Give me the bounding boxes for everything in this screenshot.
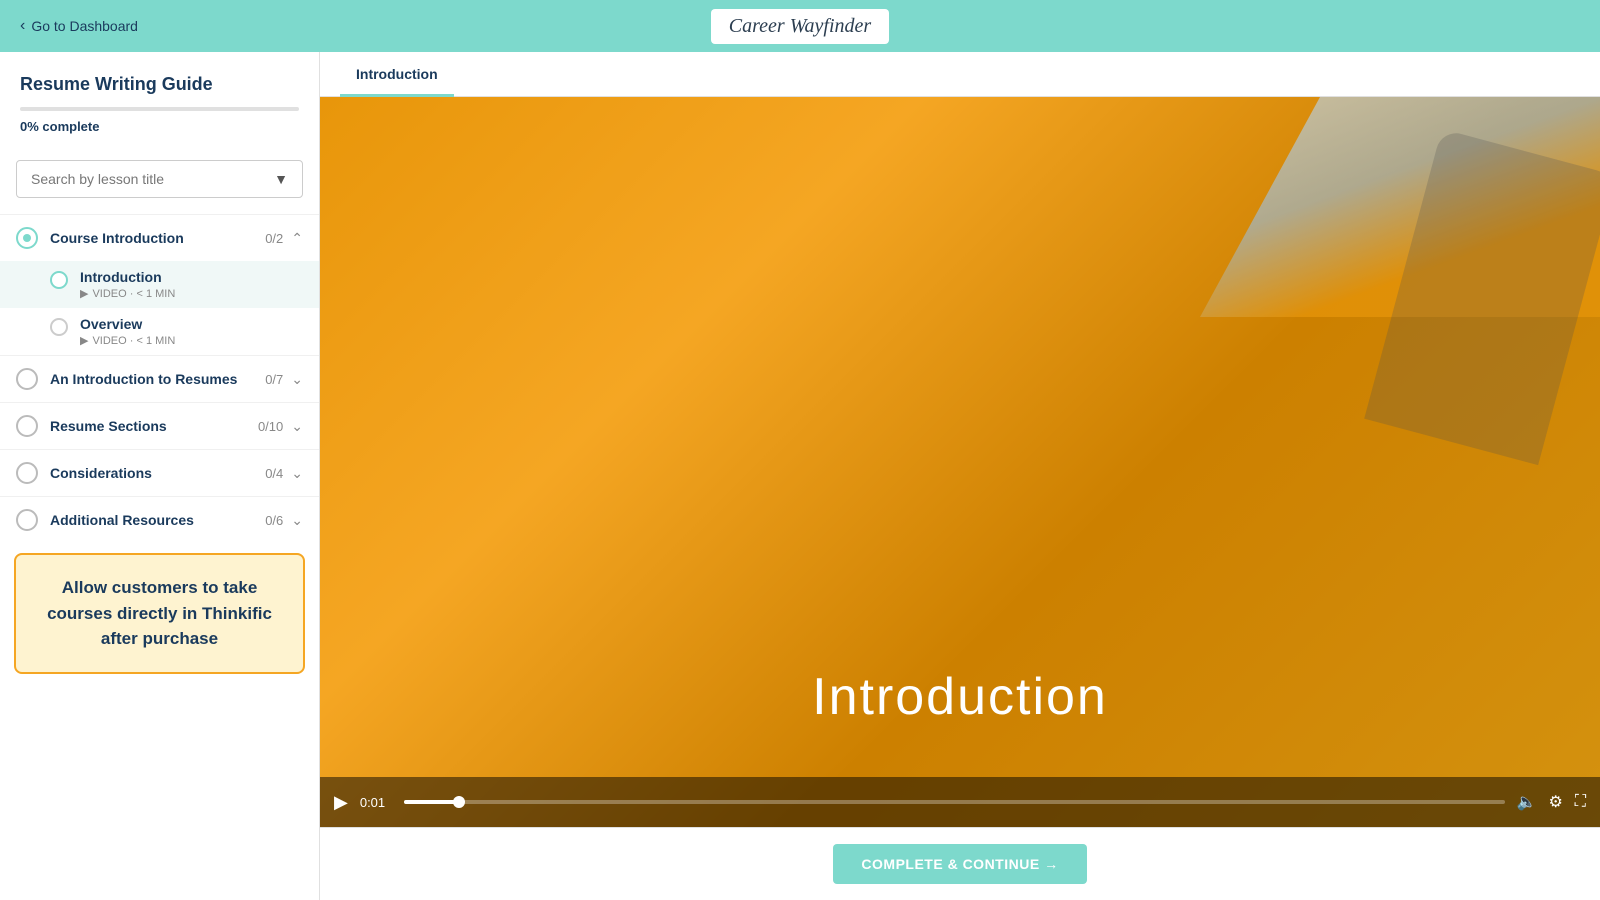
- lesson-item-overview[interactable]: Overview ▶ VIDEO · < 1 MIN: [0, 308, 319, 355]
- section-resume-sections[interactable]: Resume Sections 0/10 ⌄: [0, 402, 319, 449]
- sidebar-header: Resume Writing Guide 0% complete: [0, 52, 319, 150]
- search-placeholder: Search by lesson title: [31, 171, 164, 187]
- main-layout: Resume Writing Guide 0% complete Search …: [0, 52, 1600, 900]
- complete-bar: COMPLETE & CONTINUE →: [320, 827, 1600, 900]
- section-name-considerations: Considerations: [50, 465, 265, 481]
- brand-logo: Career Wayfinder: [711, 9, 889, 44]
- section-count-intro-resumes: 0/7: [265, 372, 283, 387]
- sidebar: Resume Writing Guide 0% complete Search …: [0, 52, 320, 900]
- lesson-item-introduction[interactable]: Introduction ▶ VIDEO · < 1 MIN: [0, 261, 319, 308]
- section-circle-additional-resources: [16, 509, 38, 531]
- video-player: Introduction ▶ 0:01 🔈 ⚙ ⛶: [320, 97, 1600, 827]
- video-background: Introduction: [320, 97, 1600, 827]
- time-display: 0:01: [360, 795, 392, 810]
- section-considerations[interactable]: Considerations 0/4 ⌄: [0, 449, 319, 496]
- chevron-down-icon: ▼: [274, 171, 288, 187]
- section-course-introduction[interactable]: Course Introduction 0/2 ⌃: [0, 214, 319, 261]
- video-progress-played: [404, 800, 459, 804]
- lesson-title-introduction: Introduction: [80, 269, 175, 285]
- lesson-info-introduction: Introduction ▶ VIDEO · < 1 MIN: [80, 269, 175, 300]
- course-title: Resume Writing Guide: [20, 74, 299, 95]
- progress-percent: 0% complete: [20, 119, 99, 134]
- video-icon-overview: ▶: [80, 334, 88, 347]
- content-tabs: Introduction: [320, 52, 1600, 97]
- section-circle-intro-resumes: [16, 368, 38, 390]
- settings-icon[interactable]: ⚙: [1548, 792, 1562, 812]
- lesson-info-overview: Overview ▶ VIDEO · < 1 MIN: [80, 316, 175, 347]
- section-count-resume-sections: 0/10: [258, 419, 283, 434]
- lesson-meta-introduction: ▶ VIDEO · < 1 MIN: [80, 287, 175, 300]
- section-count-course-intro: 0/2: [265, 231, 283, 246]
- play-button[interactable]: ▶: [334, 792, 348, 813]
- callout-text: Allow customers to take courses directly…: [47, 578, 272, 648]
- complete-continue-button[interactable]: COMPLETE & CONTINUE →: [833, 844, 1086, 884]
- lesson-circle-overview: [50, 318, 68, 336]
- section-count-considerations: 0/4: [265, 466, 283, 481]
- callout-box: Allow customers to take courses directly…: [14, 553, 305, 674]
- lesson-meta-overview: ▶ VIDEO · < 1 MIN: [80, 334, 175, 347]
- chevron-down-icon-resumes: ⌄: [291, 371, 303, 388]
- tab-introduction[interactable]: Introduction: [340, 52, 454, 97]
- section-name-intro-resumes: An Introduction to Resumes: [50, 371, 265, 387]
- chevron-down-icon-resume-sections: ⌄: [291, 418, 303, 435]
- section-intro-resumes[interactable]: An Introduction to Resumes 0/7 ⌄: [0, 355, 319, 402]
- back-to-dashboard-link[interactable]: ‹ Go to Dashboard: [20, 17, 138, 35]
- section-count-additional-resources: 0/6: [265, 513, 283, 528]
- chevron-down-icon-additional-resources: ⌄: [291, 512, 303, 529]
- chevron-down-icon-considerations: ⌄: [291, 465, 303, 482]
- chevron-left-icon: ‹: [20, 17, 25, 35]
- section-additional-resources[interactable]: Additional Resources 0/6 ⌄: [0, 496, 319, 543]
- section-circle-considerations: [16, 462, 38, 484]
- lesson-circle-introduction: [50, 271, 68, 289]
- search-dropdown[interactable]: Search by lesson title ▼: [16, 160, 303, 198]
- section-circle-resume-sections: [16, 415, 38, 437]
- progress-text: 0% complete: [20, 119, 299, 134]
- top-nav: ‹ Go to Dashboard Career Wayfinder: [0, 0, 1600, 52]
- back-label: Go to Dashboard: [31, 18, 138, 34]
- content-area: Introduction Introduction ▶ 0:01 🔈 ⚙: [320, 52, 1600, 900]
- video-progress-track[interactable]: [404, 800, 1505, 804]
- video-progress-dot: [453, 796, 465, 808]
- section-name-resume-sections: Resume Sections: [50, 418, 258, 434]
- progress-bar-container: [20, 107, 299, 111]
- video-controls: ▶ 0:01 🔈 ⚙ ⛶: [320, 777, 1600, 827]
- section-circle-course-intro: [16, 227, 38, 249]
- section-name-additional-resources: Additional Resources: [50, 512, 265, 528]
- section-name-course-intro: Course Introduction: [50, 230, 265, 246]
- chevron-up-icon: ⌃: [291, 230, 303, 247]
- video-title-overlay: Introduction: [320, 667, 1600, 727]
- fullscreen-icon[interactable]: ⛶: [1575, 793, 1586, 811]
- lesson-title-overview: Overview: [80, 316, 175, 332]
- volume-icon[interactable]: 🔈: [1517, 792, 1537, 812]
- video-icon: ▶: [80, 287, 88, 300]
